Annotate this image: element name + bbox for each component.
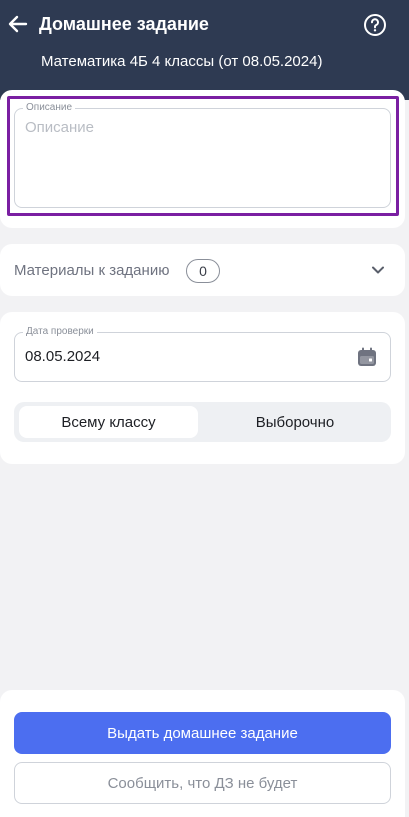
assign-whole-class-option[interactable]: Всему классу [19, 406, 198, 438]
materials-expand-button[interactable] [366, 258, 390, 282]
back-button[interactable] [6, 10, 30, 38]
no-homework-button[interactable]: Сообщить, что ДЗ не будет [14, 762, 391, 804]
check-date-field[interactable]: Дата проверки 08.05.2024 [14, 326, 391, 382]
assign-homework-button[interactable]: Выдать домашнее задание [14, 712, 391, 754]
calendar-icon [358, 347, 376, 366]
check-date-legend: Дата проверки [23, 326, 97, 337]
app-header: Домашнее задание Математика 4Б 4 классы … [0, 0, 409, 100]
materials-label: Материалы к заданию [14, 262, 170, 279]
assign-selective-option[interactable]: Выборочно [204, 406, 386, 438]
description-legend: Описание [23, 102, 76, 113]
materials-count-badge: 0 [186, 259, 220, 283]
question-circle-icon [364, 14, 386, 36]
arrow-left-icon [8, 15, 28, 33]
page-title: Домашнее задание [39, 14, 209, 34]
calendar-button[interactable] [356, 346, 378, 368]
help-button[interactable] [363, 13, 387, 37]
assign-mode-toggle: Всему классу Выборочно [14, 402, 391, 442]
check-date-value: 08.05.2024 [25, 348, 101, 365]
description-textarea[interactable]: Описание Описание [14, 102, 391, 208]
page-subtitle: Математика 4Б 4 классы (от 08.05.2024) [41, 53, 323, 70]
chevron-down-icon [372, 266, 384, 274]
description-placeholder: Описание [25, 119, 95, 136]
